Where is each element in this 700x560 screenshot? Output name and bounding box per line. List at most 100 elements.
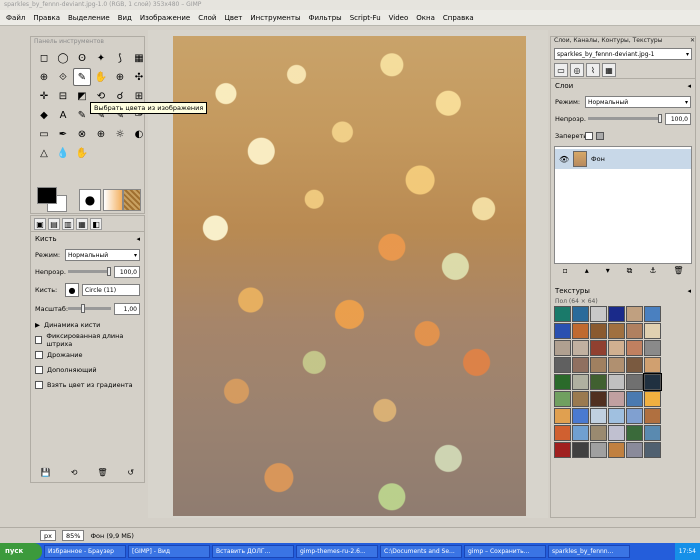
opacity-slider[interactable] (68, 267, 111, 276)
expander-icon[interactable]: ▶ (35, 321, 40, 329)
menu-item[interactable]: Фильтры (304, 14, 345, 22)
panel-menu-icon[interactable]: ◂ (687, 287, 691, 295)
pattern-swatch[interactable] (608, 374, 625, 390)
option-checkbox[interactable]: Взять цвет из градиента (31, 377, 144, 392)
taskbar-item[interactable]: gimp-themes-ru-2.6... (296, 545, 378, 558)
pattern-swatch[interactable] (643, 373, 662, 391)
image-canvas[interactable] (173, 36, 526, 516)
tool-icon[interactable]: ✛ (35, 87, 53, 105)
menu-item[interactable]: Video (385, 14, 413, 22)
tool-icon[interactable] (92, 144, 110, 162)
panel-menu-icon[interactable]: ◂ (136, 235, 140, 243)
pattern-swatch[interactable] (572, 323, 589, 339)
pattern-swatch[interactable] (608, 408, 625, 424)
pattern-swatch[interactable] (554, 408, 571, 424)
start-button[interactable]: пуск (0, 543, 42, 560)
taskbar-item[interactable]: gimp – Сохранить... (464, 545, 546, 558)
tab-icon[interactable]: ◧ (90, 218, 102, 230)
tab-icon[interactable]: ▤ (48, 218, 60, 230)
layer-row[interactable]: 👁 Фон (555, 149, 691, 169)
brush-swatch[interactable]: ● (79, 189, 101, 211)
menu-item[interactable]: Окна (412, 14, 439, 22)
lower-layer-icon[interactable]: ▾ (606, 266, 610, 280)
delete-layer-icon[interactable]: 🗑 (673, 266, 683, 280)
pattern-swatch[interactable] (644, 306, 661, 322)
brush-preview[interactable]: ● (65, 283, 79, 297)
tool-icon[interactable]: ✎ (73, 106, 91, 124)
option-checkbox[interactable]: Фиксированная длина штриха (31, 332, 144, 348)
pattern-swatch[interactable] (572, 306, 589, 322)
checkbox[interactable] (35, 365, 43, 374)
pattern-swatch[interactable] (554, 323, 571, 339)
fg-bg-colors[interactable] (37, 187, 67, 213)
tool-icon[interactable]: ✦ (92, 49, 110, 67)
tool-icon[interactable]: ☼ (111, 125, 129, 143)
tab-patterns[interactable]: ▦ (602, 63, 616, 77)
tool-icon[interactable]: ⊕ (35, 68, 53, 86)
pattern-swatch[interactable] (572, 391, 589, 407)
taskbar-item[interactable]: Избранное - Браузер (44, 545, 126, 558)
pattern-swatch[interactable] (626, 408, 643, 424)
layers-list[interactable]: 👁 Фон (554, 146, 692, 264)
zoom-select[interactable]: 85% (61, 530, 85, 541)
tool-icon[interactable]: ◐ (130, 125, 148, 143)
tool-icon[interactable]: ✋ (73, 144, 91, 162)
gradient-swatch[interactable] (103, 189, 123, 211)
pattern-swatch[interactable] (626, 425, 643, 441)
pattern-swatch[interactable] (644, 323, 661, 339)
taskbar-item[interactable]: Вставить ДОЛГ... (212, 545, 294, 558)
pattern-swatch[interactable] (608, 340, 625, 356)
menu-item[interactable]: Справка (439, 14, 478, 22)
pattern-swatch[interactable] (554, 442, 571, 458)
image-select[interactable]: sparkles_by_fennn-deviant.jpg-1 ▾ (554, 48, 692, 60)
save-icon[interactable]: 💾 (41, 468, 51, 480)
unit-select[interactable]: px (40, 530, 56, 541)
dynamics-label[interactable]: Динамика кисти (44, 321, 100, 329)
pattern-swatch[interactable] (572, 425, 589, 441)
checkbox[interactable] (35, 350, 43, 359)
pattern-swatch[interactable] (608, 306, 625, 322)
tool-icon[interactable]: ◯ (54, 49, 72, 67)
menu-item[interactable]: Script-Fu (346, 14, 385, 22)
layer-mode-select[interactable]: Нормальный ▾ (585, 95, 691, 108)
scale-slider[interactable] (68, 304, 111, 313)
reset-icon[interactable]: ↺ (127, 468, 134, 480)
restore-icon[interactable]: ⟲ (71, 468, 78, 480)
tool-icon[interactable]: ◆ (35, 106, 53, 124)
option-checkbox[interactable]: Дрожание (31, 347, 144, 362)
pattern-swatch[interactable] (644, 425, 661, 441)
tab-paths[interactable]: ⌇ (586, 63, 600, 77)
pattern-swatch[interactable] (608, 357, 625, 373)
menu-item[interactable]: Вид (114, 14, 136, 22)
pattern-swatch[interactable] (626, 306, 643, 322)
foreground-color[interactable] (37, 187, 57, 204)
menu-item[interactable]: Слой (194, 14, 220, 22)
tab-layers[interactable]: ▭ (554, 63, 568, 77)
tool-icon[interactable] (130, 144, 148, 162)
tool-icon[interactable]: ◻ (35, 49, 53, 67)
tool-icon[interactable]: ◩ (73, 87, 91, 105)
pattern-swatch[interactable] (626, 391, 643, 407)
tool-icon[interactable]: ⊗ (73, 125, 91, 143)
tool-icon[interactable]: ⊕ (92, 125, 110, 143)
pattern-swatch[interactable] (608, 391, 625, 407)
tool-icon[interactable]: ▭ (35, 125, 53, 143)
tool-icon[interactable]: ✣ (130, 68, 148, 86)
panel-menu-icon[interactable]: ◂ (687, 82, 691, 90)
tool-icon[interactable] (111, 144, 129, 162)
taskbar-item[interactable]: sparkles_by_fennn... (548, 545, 630, 558)
duplicate-layer-icon[interactable]: ⧉ (627, 266, 633, 280)
layer-name[interactable]: Фон (591, 155, 605, 163)
tool-icon[interactable]: 💧 (54, 144, 72, 162)
raise-layer-icon[interactable]: ▴ (585, 266, 589, 280)
pattern-swatch[interactable] (590, 391, 607, 407)
pattern-swatch[interactable] (644, 442, 661, 458)
pattern-swatch[interactable] (554, 374, 571, 390)
pattern-swatch[interactable] (590, 408, 607, 424)
checkbox[interactable] (35, 380, 43, 389)
pattern-swatch[interactable] (626, 442, 643, 458)
pattern-swatch[interactable] (590, 340, 607, 356)
pattern-swatch[interactable] (644, 408, 661, 424)
pattern-swatch[interactable] (644, 391, 661, 407)
layer-opacity-slider[interactable] (588, 114, 662, 123)
